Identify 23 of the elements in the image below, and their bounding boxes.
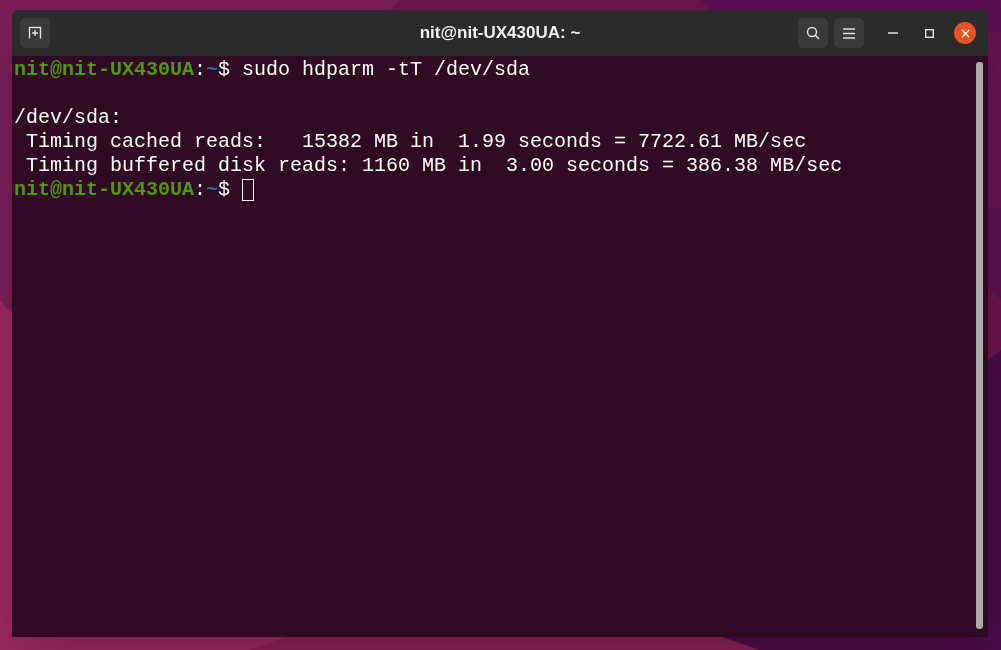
maximize-icon [924, 28, 934, 38]
minimize-icon [888, 32, 898, 34]
window-title: nit@nit-UX430UA: ~ [418, 22, 582, 45]
prompt-separator: : [194, 58, 207, 82]
search-button[interactable] [798, 18, 828, 48]
output-line: Timing buffered disk reads: 1160 MB in 3.00 seconds = 386.38 MB/sec [25, 154, 843, 178]
prompt-path: ~ [206, 178, 219, 202]
prompt-symbol: $ [218, 58, 231, 82]
search-icon [806, 26, 820, 40]
close-icon [960, 28, 970, 38]
command-text: sudo hdparm -tT /dev/sda [242, 58, 531, 82]
new-tab-button[interactable] [20, 18, 50, 48]
prompt-path: ~ [206, 58, 219, 82]
close-button[interactable] [954, 22, 976, 44]
prompt-user-host: nit@nit-UX430UA [14, 58, 195, 82]
prompt-symbol: $ [218, 178, 231, 202]
output-line: /dev/sda: [14, 106, 123, 130]
prompt-separator: : [194, 178, 207, 202]
menu-button[interactable] [834, 18, 864, 48]
menu-icon [843, 27, 855, 39]
output-line: Timing cached reads: 15382 MB in 1.99 seconds = 7722.61 MB/sec [25, 130, 807, 154]
prompt-user-host: nit@nit-UX430UA [14, 178, 195, 202]
new-tab-icon [28, 26, 42, 40]
